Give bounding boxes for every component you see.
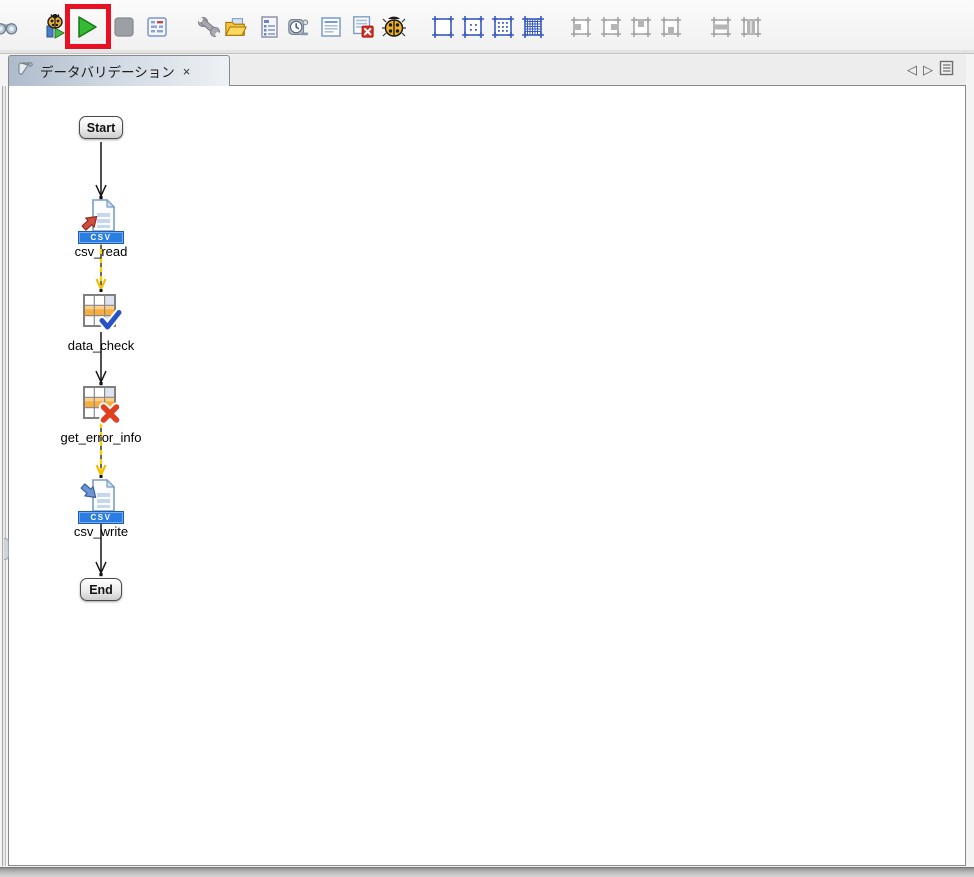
tab-data-validation[interactable]: データバリデーション × xyxy=(8,55,230,86)
prev-tab-icon[interactable]: ◁ xyxy=(907,63,917,78)
run-icon[interactable] xyxy=(75,14,99,40)
align-right-icon[interactable] xyxy=(599,14,623,40)
stop-icon[interactable] xyxy=(112,14,136,40)
error-log-icon[interactable] xyxy=(351,14,375,40)
tab-bar: データバリデーション × ◁ ▷ xyxy=(8,55,966,86)
script-list-icon[interactable] xyxy=(257,14,281,40)
tab-close-icon[interactable]: × xyxy=(183,64,191,79)
edge-csv_write-end[interactable] xyxy=(94,519,108,577)
next-tab-icon[interactable]: ▷ xyxy=(923,63,933,78)
debug-run-icon[interactable] xyxy=(43,14,67,40)
node-data-check[interactable] xyxy=(81,292,121,337)
align-left-icon[interactable] xyxy=(569,14,593,40)
execution-log-icon[interactable] xyxy=(319,14,343,40)
distribute-vertical-icon[interactable] xyxy=(739,14,763,40)
align-bottom-icon[interactable] xyxy=(659,14,683,40)
grid-medium-icon[interactable] xyxy=(491,14,515,40)
tab-controls: ◁ ▷ xyxy=(907,60,954,81)
node-start[interactable]: Start xyxy=(79,116,123,139)
left-panel-splitter[interactable] xyxy=(2,86,6,866)
debug-bug-icon[interactable] xyxy=(382,14,406,40)
grid-settings-icon[interactable] xyxy=(145,14,169,40)
splitter-handle[interactable] xyxy=(4,538,9,560)
script-scroll-icon xyxy=(17,60,34,82)
search-binoculars-icon[interactable] xyxy=(0,14,18,40)
flow-canvas[interactable]: Start CSV csv_read xyxy=(8,86,966,866)
schedule-clock-icon[interactable] xyxy=(286,14,310,40)
align-top-icon[interactable] xyxy=(629,14,653,40)
node-get-error-info[interactable] xyxy=(81,384,121,429)
grid-small-icon[interactable] xyxy=(461,14,485,40)
tools-wrench-icon[interactable] xyxy=(197,14,221,40)
grid-none-icon[interactable] xyxy=(431,14,455,40)
distribute-horizontal-icon[interactable] xyxy=(709,14,733,40)
grid-large-icon[interactable] xyxy=(521,14,545,40)
project-folder-icon[interactable] xyxy=(224,14,248,40)
tab-list-icon[interactable] xyxy=(939,60,954,81)
toolbar xyxy=(0,0,974,54)
edge-csv_read-data_check[interactable] xyxy=(94,240,108,293)
tab-title: データバリデーション xyxy=(40,61,175,81)
csv-read-badge[interactable]: CSV xyxy=(79,232,123,243)
bottom-scrollbar[interactable] xyxy=(0,867,974,877)
node-end[interactable]: End xyxy=(80,578,122,601)
edge-data_check-get_error_info[interactable] xyxy=(94,332,108,386)
edge-start-csv_read[interactable] xyxy=(94,142,108,200)
workflow-studio-window: データバリデーション × ◁ ▷ Start xyxy=(0,0,974,877)
edge-get_error_info-csv_write[interactable] xyxy=(94,423,108,479)
csv-write-badge[interactable]: CSV xyxy=(79,512,123,523)
